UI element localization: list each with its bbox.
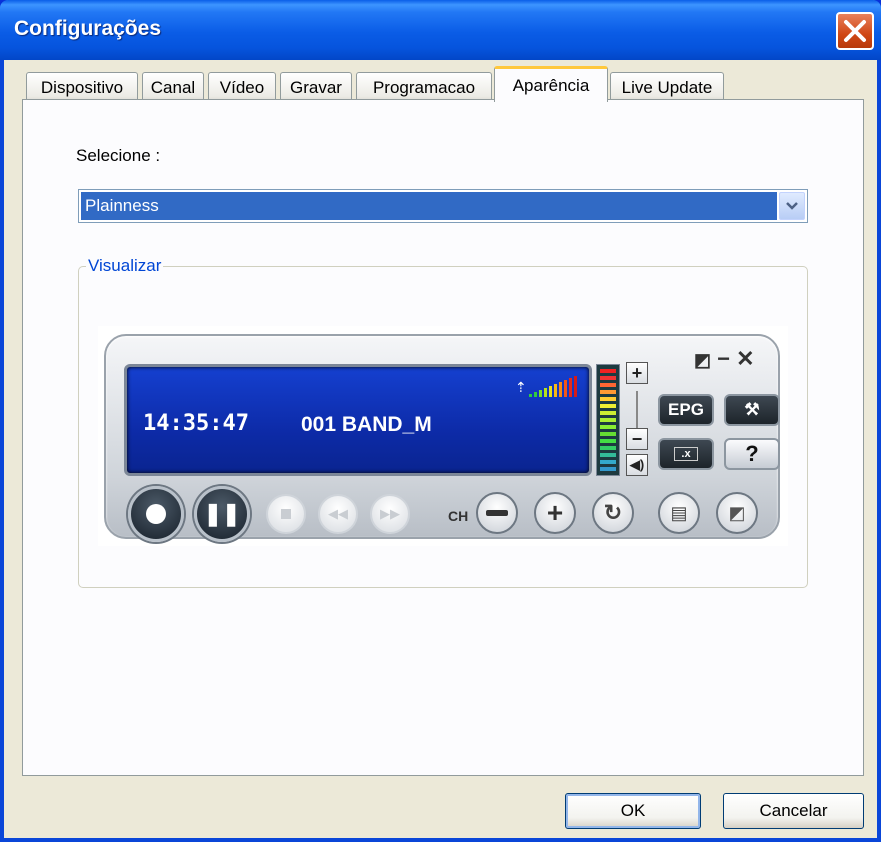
record-button[interactable] [128, 486, 184, 542]
record-icon [146, 504, 166, 524]
dropdown-button[interactable] [779, 192, 805, 220]
tab-gravar[interactable]: Gravar [280, 72, 352, 102]
close-icon [844, 20, 866, 42]
chevron-down-icon [786, 202, 798, 210]
player-skin-body: ⇡ 14:35:47 001 BAND_M + − ◀) ◩ − ✕ EPG ⚒… [104, 334, 780, 542]
tab-aparencia[interactable]: Aparência [494, 66, 608, 102]
skin-select[interactable]: Plainness [78, 189, 808, 223]
channel-up-button[interactable]: + [534, 492, 576, 534]
lcd-display: ⇡ 14:35:47 001 BAND_M [124, 364, 592, 476]
speaker-icon: ◀) [629, 457, 645, 472]
refresh-icon: ↻ [603, 500, 623, 525]
hammer-icon: ⚒ [744, 400, 760, 419]
channel-down-button[interactable] [476, 492, 518, 534]
aspect-ratio-icon: .x [674, 447, 698, 461]
help-button[interactable]: ? [724, 438, 780, 470]
tab-canal[interactable]: Canal [142, 72, 204, 102]
volume-up-button[interactable]: + [626, 362, 648, 384]
channel-label: CH [448, 508, 469, 524]
stop-button[interactable] [266, 494, 306, 534]
epg-button[interactable]: EPG [658, 394, 714, 426]
tab-live-update[interactable]: Live Update [610, 72, 724, 102]
fast-forward-icon: ▶▶ [380, 506, 400, 521]
lcd-time: 14:35:47 [143, 411, 249, 436]
snapshot-button[interactable]: ◩ [716, 492, 758, 534]
tab-dispositivo[interactable]: Dispositivo [26, 72, 138, 102]
cancel-button[interactable]: Cancelar [723, 793, 864, 829]
rewind-icon: ◀◀ [328, 506, 348, 521]
rewind-button[interactable]: ◀◀ [318, 494, 358, 534]
plus-icon: + [546, 497, 564, 528]
title-bar[interactable]: Configurações [0, 0, 881, 60]
aspect-button[interactable]: .x [658, 438, 714, 470]
mute-button[interactable]: ◀) [626, 454, 648, 476]
minus-icon [486, 510, 508, 516]
window-controls: ◩ − ✕ [694, 346, 755, 372]
window-title: Configurações [14, 17, 162, 40]
skin-select-value: Plainness [81, 192, 777, 220]
tab-programacao[interactable]: Programacao [356, 72, 492, 102]
select-label: Selecione : [76, 146, 161, 165]
minimize-icon[interactable]: − [717, 346, 730, 371]
tab-video[interactable]: Vídeo [208, 72, 276, 102]
skin-preview: ⇡ 14:35:47 001 BAND_M + − ◀) ◩ − ✕ EPG ⚒… [98, 326, 788, 546]
pause-button[interactable]: ❚❚ [194, 486, 250, 542]
stop-icon [281, 509, 291, 519]
channel-recall-button[interactable]: ↻ [592, 492, 634, 534]
settings-tool-button[interactable]: ⚒ [724, 394, 780, 426]
preview-group-title: Visualizar [86, 256, 164, 276]
volume-meter [596, 364, 620, 476]
volume-slider[interactable] [636, 391, 638, 431]
volume-down-button[interactable]: − [626, 428, 648, 450]
ok-button[interactable]: OK [565, 793, 701, 829]
snapshot-icon: ◩ [728, 502, 746, 523]
close-button[interactable] [836, 12, 874, 50]
signal-arrow-icon: ⇡ [515, 379, 527, 395]
mini-mode-icon[interactable]: ◩ [694, 350, 711, 370]
pause-icon: ❚❚ [203, 501, 241, 526]
fast-forward-button[interactable]: ▶▶ [370, 494, 410, 534]
lcd-channel: 001 BAND_M [301, 413, 432, 436]
playlist-button[interactable]: ▤ [658, 492, 700, 534]
signal-strength-icon [529, 376, 577, 397]
close-player-icon[interactable]: ✕ [736, 346, 754, 371]
list-icon: ▤ [670, 502, 688, 523]
